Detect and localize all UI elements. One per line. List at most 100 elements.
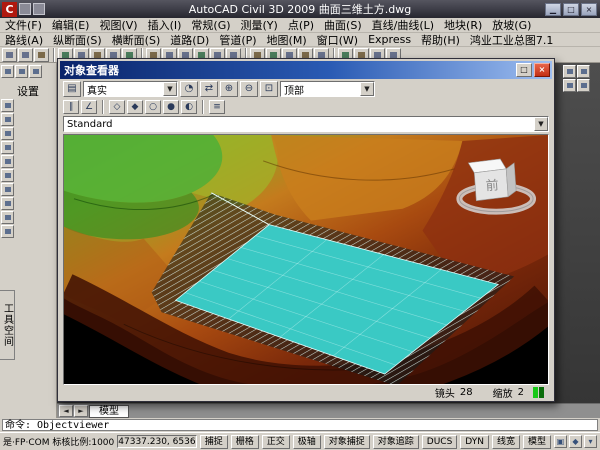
toolbar-icon[interactable]	[1, 183, 14, 196]
menu-sections[interactable]: 横断面(S)	[107, 32, 166, 48]
style-standard-value: Standard	[64, 119, 534, 130]
toolbar-icon[interactable]	[1, 225, 14, 238]
toolbar-icon[interactable]	[1, 211, 14, 224]
toggle-model[interactable]: 模型	[523, 435, 551, 449]
menu-map[interactable]: 地图(M)	[262, 32, 312, 48]
titlebar[interactable]: C AutoCAD Civil 3D 2009 曲面三维土方.dwg ▁ □ ×	[0, 0, 600, 18]
toggle-dyn[interactable]: DYN	[460, 435, 489, 449]
tray-menu-icon[interactable]: ▾	[584, 435, 597, 448]
toolbar-icon[interactable]	[1, 127, 14, 140]
toolbar-icon[interactable]	[1, 155, 14, 168]
zoom-value: 2	[518, 387, 524, 398]
toggle-grid[interactable]: 栅格	[231, 435, 259, 449]
toolbar-icon[interactable]	[563, 79, 576, 92]
menu-corridors[interactable]: 道路(D)	[165, 32, 214, 48]
toggle-snap[interactable]: 捕捉	[200, 435, 228, 449]
menu-alignments[interactable]: 路线(A)	[0, 32, 48, 48]
dialog-restore-button[interactable]: □	[516, 63, 532, 77]
shaded-icon[interactable]: ○	[145, 100, 161, 114]
menu-help[interactable]: 帮助(H)	[416, 32, 465, 48]
toolbar-icon[interactable]	[577, 79, 590, 92]
chevron-down-icon[interactable]: ▼	[360, 82, 374, 96]
pan-icon[interactable]: ⇄	[200, 81, 218, 97]
layout-tab-bar: ◄ ► 模型	[57, 403, 600, 418]
autocad-window: C AutoCAD Civil 3D 2009 曲面三维土方.dwg ▁ □ ×…	[0, 0, 600, 450]
lens-label: 镜头	[435, 385, 455, 400]
toolbar-separator	[102, 100, 104, 114]
toggle-ducs[interactable]: DUCS	[422, 435, 458, 449]
panel-icon[interactable]	[1, 65, 14, 78]
toolbar-icon[interactable]	[563, 65, 576, 78]
tab-next-icon[interactable]: ►	[74, 405, 88, 417]
zoom-in-icon[interactable]: ⊕	[220, 81, 238, 97]
open-icon[interactable]	[18, 48, 33, 62]
toggle-otrack[interactable]: 对象追踪	[373, 435, 419, 449]
hidden-icon[interactable]: ◆	[127, 100, 143, 114]
dialog-close-button[interactable]: ×	[534, 63, 550, 77]
wireframe-icon[interactable]: ◇	[109, 100, 125, 114]
panel-icon[interactable]	[15, 65, 28, 78]
view-direction-value: 顶部	[281, 82, 360, 97]
tray-icon[interactable]: ◆	[569, 435, 582, 448]
viewcube-side-face[interactable]	[506, 163, 516, 197]
toolbar-icon[interactable]	[1, 113, 14, 126]
panel-icon[interactable]	[29, 65, 42, 78]
viewcube-front-label: 前	[485, 177, 499, 194]
menubar-row2: 路线(A) 纵断面(S) 横断面(S) 道路(D) 管道(P) 地图(M) 窗口…	[0, 33, 600, 47]
docked-mini-toolbar	[563, 65, 597, 92]
perspective-icon[interactable]: ∠	[81, 100, 97, 114]
toolbar-icon[interactable]	[1, 197, 14, 210]
tab-model[interactable]: 模型	[89, 405, 129, 418]
dialog-title: 对象查看器	[64, 62, 119, 78]
titlebar-icon[interactable]	[33, 3, 45, 15]
toolbar-icon[interactable]	[1, 141, 14, 154]
tray-icon[interactable]: ▣	[554, 435, 567, 448]
menu-express[interactable]: Express	[363, 33, 416, 46]
command-line-input[interactable]: 命令: Objectviewer	[2, 419, 598, 431]
toolbar-icon[interactable]	[1, 169, 14, 182]
new-icon[interactable]	[2, 48, 17, 62]
orbit-icon[interactable]: ◔	[180, 81, 198, 97]
zoom-out-icon[interactable]: ⊖	[240, 81, 258, 97]
activity-indicator	[533, 387, 544, 398]
materials-icon[interactable]: ◐	[181, 100, 197, 114]
viewer-viewport[interactable]: 前	[63, 134, 549, 385]
menu-hongye[interactable]: 鸿业工业总图7.1	[465, 32, 559, 48]
restore-button[interactable]: □	[563, 3, 579, 16]
close-button[interactable]: ×	[581, 3, 597, 16]
toolspace-tab[interactable]: 工具空间	[0, 290, 15, 360]
minimize-button[interactable]: ▁	[545, 3, 561, 16]
toggle-ortho[interactable]: 正交	[262, 435, 290, 449]
toggle-osnap[interactable]: 对象捕捉	[324, 435, 370, 449]
object-viewer-3d-view[interactable]: 前	[64, 135, 548, 384]
dialog-titlebar[interactable]: 对象查看器 □ ×	[60, 61, 552, 79]
view-direction-combo[interactable]: 顶部 ▼	[280, 81, 375, 97]
menu-pipes[interactable]: 管道(P)	[214, 32, 261, 48]
save-view-icon[interactable]: ▤	[63, 81, 81, 97]
settings-label[interactable]: 设置	[17, 83, 39, 99]
toolbar-icon[interactable]	[577, 65, 590, 78]
toggle-polar[interactable]: 极轴	[293, 435, 321, 449]
statusbar: 是·FP·COM 标核比例:1000 47337.230, 65360.115,…	[0, 432, 600, 450]
tab-prev-icon[interactable]: ◄	[59, 405, 73, 417]
app-logo-icon[interactable]: C	[2, 2, 17, 17]
menu-profiles[interactable]: 纵断面(S)	[48, 32, 107, 48]
toolbar-icon[interactable]	[1, 99, 14, 112]
coordinates-readout[interactable]: 47337.230, 65360.115, 0.000	[117, 435, 196, 448]
style-standard-combo[interactable]: Standard ▼	[63, 116, 549, 132]
command-panel: 命令: Objectviewer	[0, 418, 600, 432]
save-icon[interactable]	[34, 48, 49, 62]
parallel-projection-icon[interactable]: ∥	[63, 100, 79, 114]
chevron-down-icon[interactable]: ▼	[163, 82, 177, 96]
visual-style-combo[interactable]: 真实 ▼	[83, 81, 178, 97]
visual-style-value: 真实	[84, 82, 163, 97]
titlebar-icon[interactable]	[19, 3, 31, 15]
chevron-down-icon[interactable]: ▼	[534, 117, 548, 131]
toolspace-panel: 设置 工具空间	[0, 63, 57, 418]
toggle-lineweight[interactable]: 线宽	[492, 435, 520, 449]
settings-icon[interactable]: ≡	[209, 100, 225, 114]
realistic-icon[interactable]: ●	[163, 100, 179, 114]
zoom-window-icon[interactable]: ⊡	[260, 81, 278, 97]
indicator-bright	[533, 387, 538, 398]
menu-window[interactable]: 窗口(W)	[312, 32, 363, 48]
